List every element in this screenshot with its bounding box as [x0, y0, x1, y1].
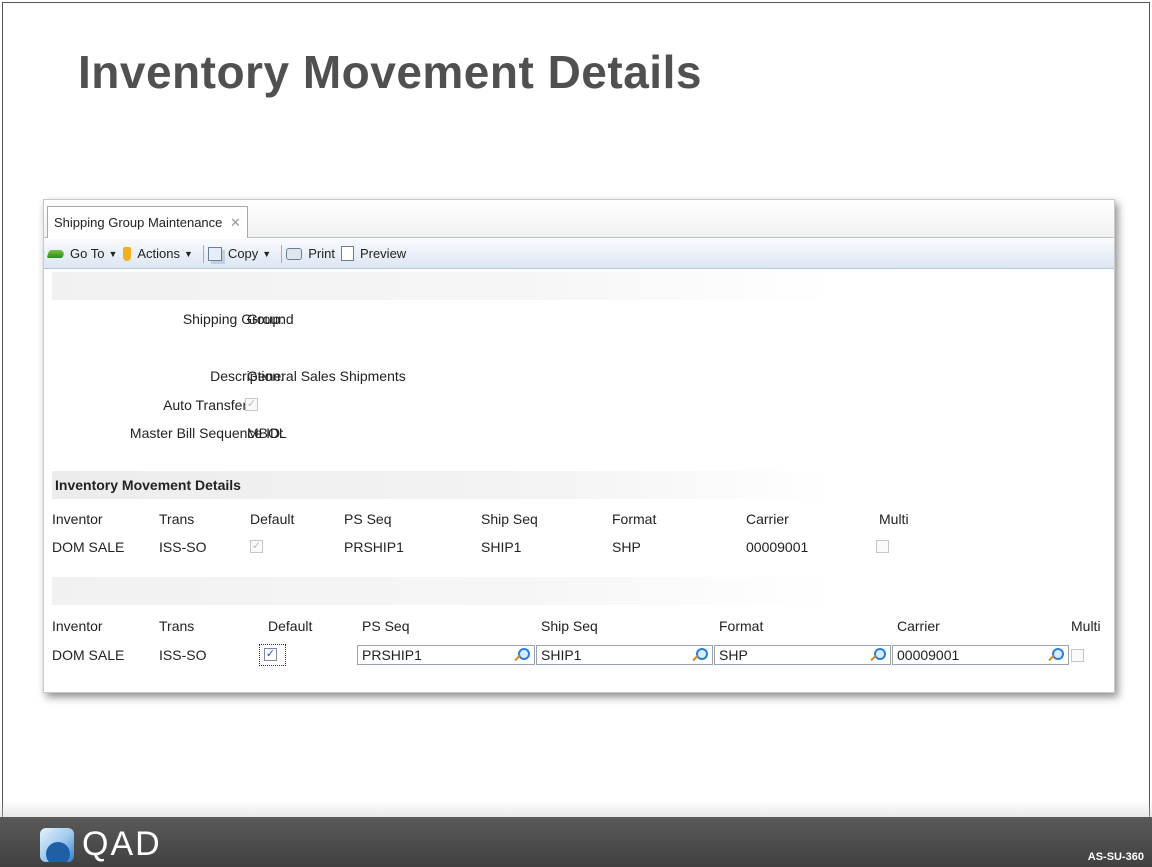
- format-input[interactable]: SHP: [714, 645, 891, 665]
- multi-checkbox[interactable]: [1071, 649, 1084, 662]
- auto-transfers-label: Auto Transfers:: [163, 397, 258, 413]
- slide-title: Inventory Movement Details: [78, 46, 702, 98]
- master-bill-value: MBOL: [247, 425, 287, 441]
- print-button[interactable]: Print: [286, 246, 335, 261]
- goto-icon: [46, 249, 66, 258]
- goto-button[interactable]: Go To ▼: [46, 246, 118, 261]
- tab-label: Shipping Group Maintenance: [54, 215, 223, 230]
- lookup-icon[interactable]: [691, 647, 708, 663]
- copy-label: Copy: [227, 246, 259, 261]
- edit-cell-trans: ISS-SO: [159, 647, 207, 663]
- col-header-inventory: Inventor: [52, 511, 103, 527]
- tab-bar: Shipping Group Maintenance ✕: [44, 200, 1114, 238]
- print-icon: [286, 247, 303, 260]
- edit-col-header-format: Format: [719, 618, 764, 634]
- cell-ship-seq: SHIP1: [481, 539, 522, 555]
- carrier-input[interactable]: 00009001: [892, 645, 1069, 665]
- footer-bar: QAD AS-SU-360: [0, 817, 1152, 867]
- default-checkbox[interactable]: ✓: [264, 648, 277, 661]
- preview-button[interactable]: Preview: [340, 246, 407, 261]
- col-header-format: Format: [612, 511, 657, 527]
- copy-button[interactable]: Copy ▼: [207, 246, 272, 261]
- close-icon[interactable]: ✕: [230, 215, 241, 230]
- chevron-down-icon: ▼: [108, 248, 118, 259]
- shipping-group-value: Ground: [247, 311, 294, 327]
- lookup-icon[interactable]: [1047, 647, 1064, 663]
- toolbar-separator: [281, 244, 283, 263]
- actions-label: Actions: [137, 246, 181, 261]
- preview-icon: [340, 246, 354, 261]
- col-header-trans: Trans: [159, 511, 195, 527]
- cell-carrier: 00009001: [746, 539, 809, 555]
- toolbar-separator: [202, 244, 204, 263]
- col-header-ship-seq: Ship Seq: [481, 511, 538, 527]
- section-title-inventory-movement: Inventory Movement Details: [52, 471, 832, 499]
- qad-logo: QAD: [40, 825, 162, 864]
- lookup-icon[interactable]: [513, 647, 530, 663]
- col-header-multi: Multi: [879, 511, 909, 527]
- edit-col-header-carrier: Carrier: [897, 618, 940, 634]
- edit-col-header-trans: Trans: [159, 618, 195, 634]
- app-window: Shipping Group Maintenance ✕ Go To ▼ Act…: [43, 199, 1115, 693]
- goto-label: Go To: [70, 246, 105, 261]
- toolbar: Go To ▼ Actions ▼ Copy ▼ Print Preview: [44, 239, 1114, 269]
- ps-seq-input[interactable]: PRSHIP1: [357, 645, 535, 665]
- print-label: Print: [308, 246, 335, 261]
- edit-col-header-default: Default: [268, 618, 313, 634]
- edit-col-header-ps-seq: PS Seq: [362, 618, 410, 634]
- actions-button[interactable]: Actions ▼: [123, 246, 193, 261]
- cell-multi-checkbox: [876, 540, 889, 553]
- auto-transfers-checkbox[interactable]: ✓: [245, 398, 258, 411]
- col-header-default: Default: [250, 511, 295, 527]
- edit-col-header-multi: Multi: [1071, 618, 1101, 634]
- copy-icon: [207, 246, 222, 261]
- edit-col-header-inventory: Inventor: [52, 618, 103, 634]
- header-band: [52, 272, 832, 300]
- edit-col-header-ship-seq: Ship Seq: [541, 618, 598, 634]
- edit-cell-inventory: DOM SALE: [52, 647, 125, 663]
- chevron-down-icon: ▼: [262, 248, 272, 259]
- chevron-down-icon: ▼: [184, 248, 193, 259]
- footer-fade: [0, 800, 1152, 818]
- cell-ps-seq: PRSHIP1: [344, 539, 404, 555]
- qad-logo-text: QAD: [82, 825, 162, 863]
- tab-shipping-group-maintenance[interactable]: Shipping Group Maintenance ✕: [47, 206, 248, 238]
- cell-default-checkbox: ✓: [250, 540, 263, 553]
- slide-code: AS-SU-360: [1087, 851, 1144, 863]
- cell-trans: ISS-SO: [159, 539, 207, 555]
- cell-inventory: DOM SALE: [52, 539, 125, 555]
- lookup-icon[interactable]: [869, 647, 886, 663]
- preview-label: Preview: [359, 246, 407, 261]
- qad-logo-icon: [40, 827, 74, 862]
- col-header-ps-seq: PS Seq: [344, 511, 392, 527]
- description-value: General Sales Shipments: [247, 368, 406, 384]
- ship-seq-input[interactable]: SHIP1: [536, 645, 713, 665]
- divider-band: [52, 577, 832, 605]
- col-header-carrier: Carrier: [746, 511, 789, 527]
- actions-icon: [123, 246, 132, 261]
- cell-format: SHP: [612, 539, 641, 555]
